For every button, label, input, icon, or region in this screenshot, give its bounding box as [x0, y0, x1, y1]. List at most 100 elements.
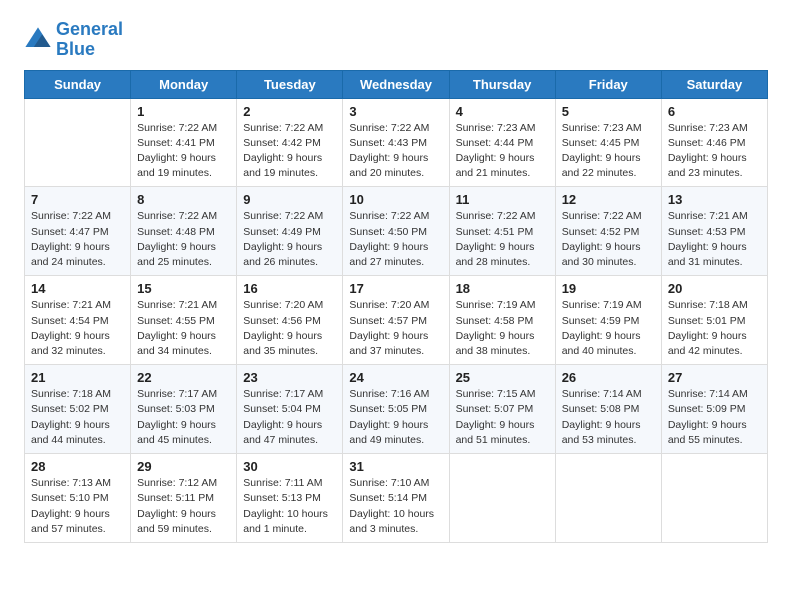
day-info: Sunrise: 7:21 AM Sunset: 4:53 PM Dayligh…: [668, 209, 761, 270]
day-number: 18: [456, 281, 549, 296]
calendar-cell: 7Sunrise: 7:22 AM Sunset: 4:47 PM Daylig…: [25, 187, 131, 276]
calendar-cell: 26Sunrise: 7:14 AM Sunset: 5:08 PM Dayli…: [555, 365, 661, 454]
calendar-cell: 15Sunrise: 7:21 AM Sunset: 4:55 PM Dayli…: [131, 276, 237, 365]
calendar-cell: 14 Sunrise: 7:21 AM Sunset: 4:54 PM Dayli…: [25, 276, 131, 365]
calendar-cell: 8Sunrise: 7:22 AM Sunset: 4:48 PM Daylig…: [131, 187, 237, 276]
weekday-header: Saturday: [661, 70, 767, 98]
day-info: Sunrise: 7:19 AM Sunset: 4:59 PM Dayligh…: [562, 298, 655, 359]
day-number: 16: [243, 281, 336, 296]
calendar-cell: [25, 98, 131, 187]
day-number: 4: [456, 104, 549, 119]
day-info: Sunrise: 7:11 AM Sunset: 5:13 PM Dayligh…: [243, 476, 336, 537]
calendar-week-row: 21 Sunrise: 7:18 AM Sunset: 5:02 PM Dayli…: [25, 365, 768, 454]
day-number: 10: [349, 192, 442, 207]
day-number: 9: [243, 192, 336, 207]
day-info: Sunrise: 7:10 AM Sunset: 5:14 PM Dayligh…: [349, 476, 442, 537]
calendar-cell: 11Sunrise: 7:22 AM Sunset: 4:51 PM Dayli…: [449, 187, 555, 276]
page: General Blue SundayMondayTuesdayWednesda…: [0, 0, 792, 559]
day-number: 17: [349, 281, 442, 296]
logo-text: General Blue: [56, 20, 123, 60]
calendar-cell: 19 Sunrise: 7:19 AM Sunset: 4:59 PM Dayli…: [555, 276, 661, 365]
header: General Blue: [24, 20, 768, 60]
weekday-header: Monday: [131, 70, 237, 98]
day-info: Sunrise: 7:23 AM Sunset: 4:46 PM Dayligh…: [668, 121, 761, 182]
day-info: Sunrise: 7:12 AM Sunset: 5:11 PM Dayligh…: [137, 476, 230, 537]
day-number: 8: [137, 192, 230, 207]
calendar-week-row: 14 Sunrise: 7:21 AM Sunset: 4:54 PM Dayli…: [25, 276, 768, 365]
day-number: 2: [243, 104, 336, 119]
calendar-cell: 29 Sunrise: 7:12 AM Sunset: 5:11 PM Dayli…: [131, 454, 237, 543]
day-info: Sunrise: 7:20 AM Sunset: 4:56 PM Dayligh…: [243, 298, 336, 359]
calendar: SundayMondayTuesdayWednesdayThursdayFrid…: [24, 70, 768, 543]
calendar-cell: 17 Sunrise: 7:20 AM Sunset: 4:57 PM Dayli…: [343, 276, 449, 365]
weekday-header: Thursday: [449, 70, 555, 98]
day-number: 29: [137, 459, 230, 474]
calendar-cell: 4 Sunrise: 7:23 AM Sunset: 4:44 PM Daylig…: [449, 98, 555, 187]
calendar-cell: 3 Sunrise: 7:22 AM Sunset: 4:43 PM Daylig…: [343, 98, 449, 187]
calendar-cell: 25 Sunrise: 7:15 AM Sunset: 5:07 PM Dayli…: [449, 365, 555, 454]
calendar-week-row: 1Sunrise: 7:22 AM Sunset: 4:41 PM Daylig…: [25, 98, 768, 187]
day-number: 12: [562, 192, 655, 207]
calendar-cell: [661, 454, 767, 543]
calendar-cell: 30 Sunrise: 7:11 AM Sunset: 5:13 PM Dayli…: [237, 454, 343, 543]
calendar-cell: 18Sunrise: 7:19 AM Sunset: 4:58 PM Dayli…: [449, 276, 555, 365]
calendar-cell: 21 Sunrise: 7:18 AM Sunset: 5:02 PM Dayli…: [25, 365, 131, 454]
calendar-cell: 12 Sunrise: 7:22 AM Sunset: 4:52 PM Dayli…: [555, 187, 661, 276]
day-number: 24: [349, 370, 442, 385]
weekday-header: Wednesday: [343, 70, 449, 98]
weekday-header: Friday: [555, 70, 661, 98]
day-number: 30: [243, 459, 336, 474]
calendar-cell: 24 Sunrise: 7:16 AM Sunset: 5:05 PM Dayli…: [343, 365, 449, 454]
day-number: 27: [668, 370, 761, 385]
logo-icon: [24, 26, 52, 54]
day-info: Sunrise: 7:22 AM Sunset: 4:49 PM Dayligh…: [243, 209, 336, 270]
logo: General Blue: [24, 20, 123, 60]
calendar-week-row: 28Sunrise: 7:13 AM Sunset: 5:10 PM Dayli…: [25, 454, 768, 543]
day-number: 3: [349, 104, 442, 119]
day-info: Sunrise: 7:16 AM Sunset: 5:05 PM Dayligh…: [349, 387, 442, 448]
day-number: 31: [349, 459, 442, 474]
day-info: Sunrise: 7:23 AM Sunset: 4:44 PM Dayligh…: [456, 121, 549, 182]
weekday-header: Tuesday: [237, 70, 343, 98]
day-info: Sunrise: 7:21 AM Sunset: 4:54 PM Dayligh…: [31, 298, 124, 359]
day-number: 13: [668, 192, 761, 207]
day-info: Sunrise: 7:20 AM Sunset: 4:57 PM Dayligh…: [349, 298, 442, 359]
day-number: 7: [31, 192, 124, 207]
calendar-cell: 10 Sunrise: 7:22 AM Sunset: 4:50 PM Dayli…: [343, 187, 449, 276]
calendar-cell: [449, 454, 555, 543]
day-number: 25: [456, 370, 549, 385]
day-info: Sunrise: 7:18 AM Sunset: 5:01 PM Dayligh…: [668, 298, 761, 359]
calendar-cell: [555, 454, 661, 543]
day-number: 23: [243, 370, 336, 385]
day-number: 11: [456, 192, 549, 207]
calendar-cell: 6Sunrise: 7:23 AM Sunset: 4:46 PM Daylig…: [661, 98, 767, 187]
day-number: 22: [137, 370, 230, 385]
calendar-week-row: 7Sunrise: 7:22 AM Sunset: 4:47 PM Daylig…: [25, 187, 768, 276]
day-number: 5: [562, 104, 655, 119]
day-number: 14: [31, 281, 124, 296]
calendar-cell: 31 Sunrise: 7:10 AM Sunset: 5:14 PM Dayli…: [343, 454, 449, 543]
day-number: 19: [562, 281, 655, 296]
calendar-cell: 22 Sunrise: 7:17 AM Sunset: 5:03 PM Dayli…: [131, 365, 237, 454]
day-info: Sunrise: 7:22 AM Sunset: 4:52 PM Dayligh…: [562, 209, 655, 270]
calendar-cell: 2 Sunrise: 7:22 AM Sunset: 4:42 PM Daylig…: [237, 98, 343, 187]
calendar-cell: 28Sunrise: 7:13 AM Sunset: 5:10 PM Dayli…: [25, 454, 131, 543]
calendar-cell: 1Sunrise: 7:22 AM Sunset: 4:41 PM Daylig…: [131, 98, 237, 187]
day-number: 26: [562, 370, 655, 385]
day-info: Sunrise: 7:22 AM Sunset: 4:42 PM Dayligh…: [243, 121, 336, 182]
calendar-body: 1Sunrise: 7:22 AM Sunset: 4:41 PM Daylig…: [25, 98, 768, 542]
day-number: 1: [137, 104, 230, 119]
day-info: Sunrise: 7:22 AM Sunset: 4:50 PM Dayligh…: [349, 209, 442, 270]
day-number: 20: [668, 281, 761, 296]
day-info: Sunrise: 7:22 AM Sunset: 4:43 PM Dayligh…: [349, 121, 442, 182]
day-info: Sunrise: 7:17 AM Sunset: 5:03 PM Dayligh…: [137, 387, 230, 448]
day-info: Sunrise: 7:14 AM Sunset: 5:09 PM Dayligh…: [668, 387, 761, 448]
calendar-cell: 5Sunrise: 7:23 AM Sunset: 4:45 PM Daylig…: [555, 98, 661, 187]
day-info: Sunrise: 7:21 AM Sunset: 4:55 PM Dayligh…: [137, 298, 230, 359]
day-info: Sunrise: 7:18 AM Sunset: 5:02 PM Dayligh…: [31, 387, 124, 448]
day-info: Sunrise: 7:15 AM Sunset: 5:07 PM Dayligh…: [456, 387, 549, 448]
calendar-cell: 20 Sunrise: 7:18 AM Sunset: 5:01 PM Dayli…: [661, 276, 767, 365]
day-number: 21: [31, 370, 124, 385]
calendar-cell: 27 Sunrise: 7:14 AM Sunset: 5:09 PM Dayli…: [661, 365, 767, 454]
calendar-cell: 16 Sunrise: 7:20 AM Sunset: 4:56 PM Dayli…: [237, 276, 343, 365]
